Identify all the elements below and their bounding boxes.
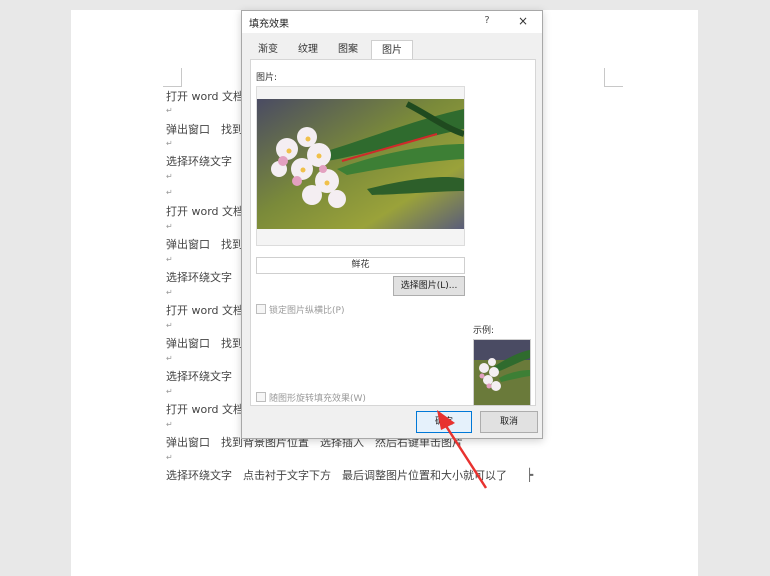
red-arrow-icon [437, 410, 488, 489]
